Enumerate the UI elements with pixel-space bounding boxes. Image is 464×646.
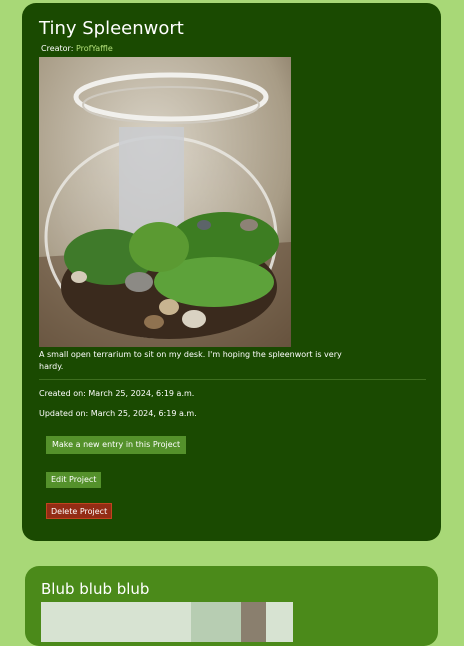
divider (39, 379, 426, 380)
project-2-photo (41, 602, 293, 642)
creator-line: Creator: ProfYaffle (41, 44, 113, 53)
new-entry-button[interactable]: Make a new entry in this Project (46, 436, 187, 454)
terrarium-photo (39, 57, 291, 347)
project-card: Tiny Spleenwort Creator: ProfYaffle A sm… (22, 3, 441, 541)
creator-label: Creator: (41, 44, 74, 53)
delete-project-button[interactable]: Delete Project (46, 503, 113, 519)
updated-date: Updated on: March 25, 2024, 6:19 a.m. (39, 409, 197, 418)
project-description: A small open terrarium to sit on my desk… (39, 350, 342, 371)
created-date: Created on: March 25, 2024, 6:19 a.m. (39, 389, 195, 398)
edit-project-button[interactable]: Edit Project (46, 472, 102, 488)
creator-link[interactable]: ProfYaffle (76, 44, 113, 53)
project-card-2: Blub blub blub (25, 566, 438, 646)
project-2-title: Blub blub blub (41, 580, 150, 598)
project-title: Tiny Spleenwort (39, 18, 184, 39)
